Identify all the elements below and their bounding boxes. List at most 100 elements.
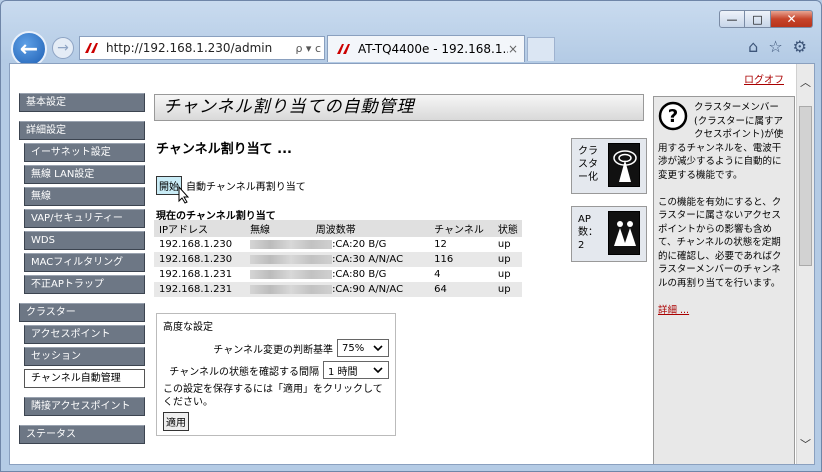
browser-tab[interactable]: AT-TQ4400e - 192.168.1... × xyxy=(327,35,525,62)
cell-radio: :CA:30 A/N/AC xyxy=(245,252,430,267)
scrollbar-thumb[interactable] xyxy=(799,106,812,266)
cell-radio: :CA:20 B/G xyxy=(245,237,429,252)
site-logo-icon xyxy=(85,43,98,53)
advanced-settings-box: 高度な設定 チャンネル変更の判断基準 75% チャンネルの状態を確認する間隔 1… xyxy=(156,313,396,436)
sidebar-item-sessions[interactable]: セッション xyxy=(24,347,145,366)
cell-band: B/G xyxy=(368,269,387,280)
section-heading: チャンネル割り当て ... xyxy=(156,142,292,157)
column-header: 無線 xyxy=(245,220,311,237)
minimize-button[interactable]: — xyxy=(719,10,745,28)
cell-band: B/G xyxy=(368,239,387,250)
sidebar-item-wds[interactable]: WDS xyxy=(24,231,145,250)
redacted-mac xyxy=(250,269,333,279)
arrow-left-icon: ← xyxy=(19,36,39,62)
tab-close-icon[interactable]: × xyxy=(508,42,518,56)
cell-radio: :CA:90 A/N/AC xyxy=(245,282,430,297)
chevron-down-icon xyxy=(372,342,384,354)
start-label: 自動チャンネル再割り当て xyxy=(186,182,306,193)
gear-icon[interactable]: ⚙ xyxy=(793,37,807,56)
save-note: この設定を保存するには「適用」をクリックしてください。 xyxy=(163,384,383,408)
home-icon[interactable]: ⌂ xyxy=(748,37,758,56)
redacted-mac xyxy=(250,239,333,249)
star-icon[interactable]: ☆ xyxy=(768,37,782,56)
forward-button[interactable]: → xyxy=(52,37,74,59)
more-link[interactable]: 詳細 ... xyxy=(658,305,689,316)
cell-band: A/N/AC xyxy=(368,254,404,265)
people-icon xyxy=(608,211,640,255)
column-header: 周波数帯 xyxy=(310,220,430,237)
toolbar-icons: ⌂ ☆ ⚙ xyxy=(748,37,807,56)
cell-radio-suffix: :CA:20 xyxy=(332,239,366,250)
logout-link[interactable]: ログオフ xyxy=(744,71,784,86)
cell-ip: 192.168.1.231 xyxy=(154,282,246,297)
close-window-button[interactable]: ✕ xyxy=(771,10,813,28)
cell-radio-suffix: :CA:30 xyxy=(332,254,366,265)
cell-channel: 12 xyxy=(434,239,447,250)
channel-table: IPアドレス 無線 周波数帯 チャンネル 状態 192.168.1.230 :C… xyxy=(154,220,522,297)
cell-band: A/N/AC xyxy=(368,284,404,295)
cell-status: up xyxy=(497,239,511,250)
sidebar-item-wireless[interactable]: 無線 xyxy=(24,187,145,206)
ap-count-label: AP 数： 2 xyxy=(578,213,604,252)
interval-select[interactable]: 1 時間 xyxy=(323,361,389,379)
scroll-up-icon[interactable]: ︿ xyxy=(800,74,811,90)
table-row: 192.168.1.230 :CA:30 A/N/AC 116 up xyxy=(154,252,522,267)
new-tab-button[interactable] xyxy=(527,37,555,61)
main-content: チャンネル割り当ての自動管理 チャンネル割り当て ... 開始 自動チャンネル再… xyxy=(154,94,644,436)
table-row: 192.168.1.231 :CA:80 B/G 4 up xyxy=(154,267,522,282)
sidebar-item-wireless-lan[interactable]: 無線 LAN設定 xyxy=(24,165,145,184)
sidebar-item-status[interactable]: ステータス xyxy=(19,425,145,444)
sidebar-item-basic-settings[interactable]: 基本設定 xyxy=(19,93,145,112)
interval-row: チャンネルの状態を確認する間隔 1 時間 xyxy=(163,361,389,379)
cell-radio: :CA:80 B/G xyxy=(245,267,429,282)
sidebar-item-vap-security[interactable]: VAP/セキュリティー xyxy=(24,209,145,228)
sidebar-item-ethernet[interactable]: イーサネット設定 xyxy=(24,143,145,162)
cell-status: up xyxy=(492,252,522,267)
advanced-settings-label: 高度な設定 xyxy=(163,322,213,333)
address-controls[interactable]: ρ ▾ c xyxy=(295,42,321,55)
cluster-icon xyxy=(608,143,640,187)
apply-button[interactable]: 適用 xyxy=(163,412,189,431)
sidebar-item-advanced-settings[interactable]: 詳細設定 xyxy=(19,121,145,140)
question-mark-icon: ? xyxy=(658,101,688,131)
sidebar-item-channel-management[interactable]: チャンネル自動管理 xyxy=(24,369,145,388)
interval-value: 1 時間 xyxy=(328,366,358,378)
cluster-card: クラスター化 xyxy=(571,138,647,194)
table-row: 192.168.1.231 :CA:90 A/N/AC 64 up xyxy=(154,282,522,297)
sidebar-item-cluster[interactable]: クラスター xyxy=(19,303,145,322)
tab-title: AT-TQ4400e - 192.168.1... xyxy=(358,42,508,56)
sidebar: 基本設定 詳細設定 イーサネット設定 無線 LAN設定 無線 VAP/セキュリテ… xyxy=(19,93,145,447)
table-header-row: IPアドレス 無線 周波数帯 チャンネル 状態 xyxy=(154,220,522,237)
sidebar-item-rogue-ap[interactable]: 不正APトラップ xyxy=(24,275,145,294)
svg-text:?: ? xyxy=(668,106,678,127)
cell-status: up xyxy=(497,269,511,280)
sidebar-item-mac-filtering[interactable]: MACフィルタリング xyxy=(24,253,145,272)
help-panel: ? クラスターメンバー(クラスターに属すアクセスポイント)が使用するチャンネルを… xyxy=(653,96,795,464)
window-controls: — □ ✕ xyxy=(719,10,813,28)
column-header: 状態 xyxy=(492,220,522,237)
column-header: IPアドレス xyxy=(154,220,246,237)
cell-channel: 4 xyxy=(434,269,441,280)
threshold-label: チャンネル変更の判断基準 xyxy=(213,344,333,356)
redacted-mac xyxy=(250,284,333,294)
ap-count-card: AP 数： 2 xyxy=(571,206,647,262)
threshold-row: チャンネル変更の判断基準 75% xyxy=(163,339,389,357)
sidebar-item-access-points[interactable]: アクセスポイント xyxy=(24,325,145,344)
page-viewport: ログオフ 基本設定 詳細設定 イーサネット設定 無線 LAN設定 無線 VAP/… xyxy=(9,63,815,465)
mouse-pointer-icon xyxy=(178,186,190,204)
interval-label: チャンネルの状態を確認する間隔 xyxy=(169,366,319,378)
back-button[interactable]: ← xyxy=(11,31,47,67)
address-bar[interactable]: http://192.168.1.230/admin ρ ▾ c xyxy=(79,36,325,60)
scroll-down-icon[interactable]: ﹀ xyxy=(800,436,811,452)
ap-count-value: 2 xyxy=(578,240,585,251)
maximize-button[interactable]: □ xyxy=(745,10,771,28)
redacted-mac xyxy=(250,254,333,264)
site-logo-icon xyxy=(337,44,350,54)
scrollbar[interactable]: ︿ ﹀ xyxy=(796,64,814,464)
sidebar-item-neighbor-ap[interactable]: 隣接アクセスポイント xyxy=(24,397,145,416)
cell-ip: 192.168.1.230 xyxy=(154,252,246,267)
url-text[interactable]: http://192.168.1.230/admin xyxy=(106,41,292,55)
help-text-2: この機能を有効にすると、クラスターに属さないアクセスポイントからの影響も含めて、… xyxy=(658,196,782,289)
threshold-select[interactable]: 75% xyxy=(337,339,389,357)
page-title: チャンネル割り当ての自動管理 xyxy=(154,94,644,121)
